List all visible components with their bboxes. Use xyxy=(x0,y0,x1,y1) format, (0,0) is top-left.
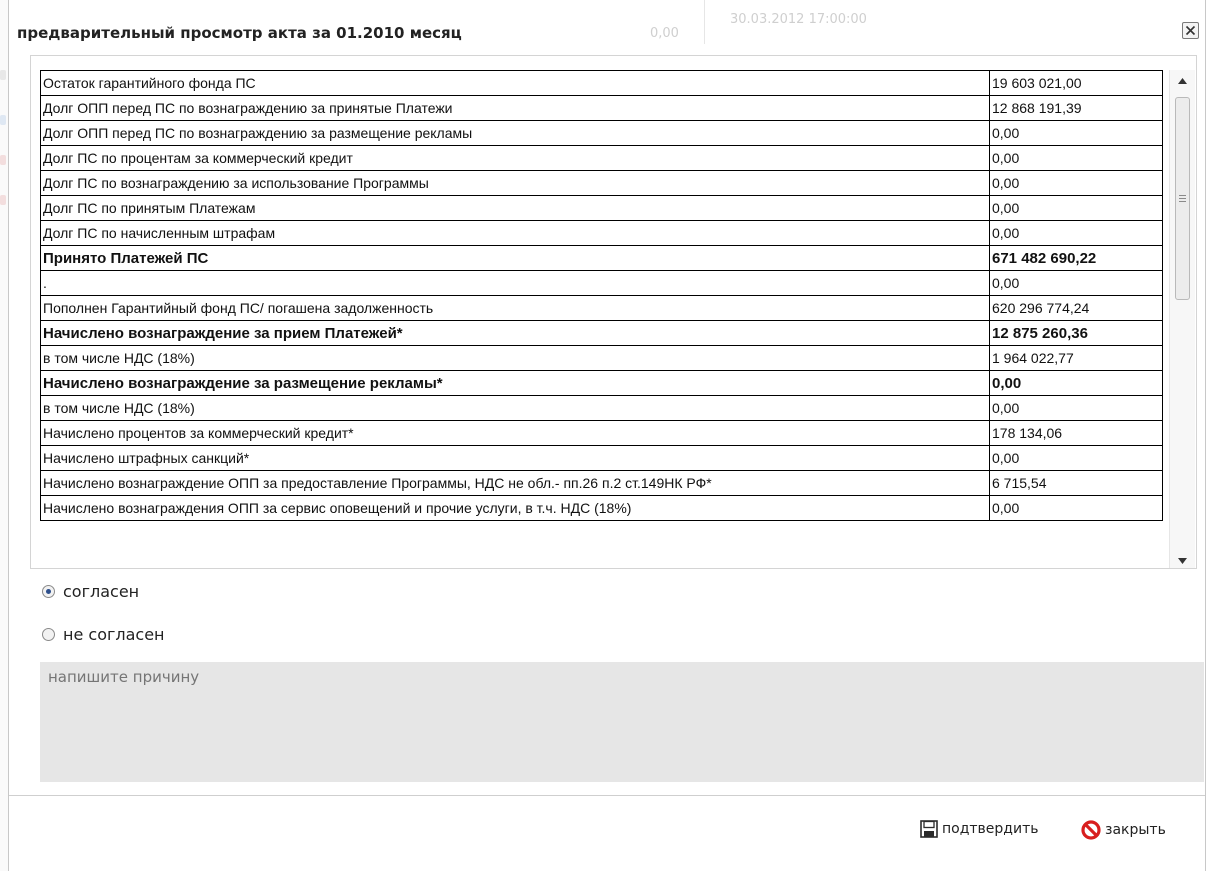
table-row: в том числе НДС (18%) 0,00 xyxy=(40,395,1163,421)
table-row: Начислено вознаграждение за размещение р… xyxy=(40,370,1163,396)
row-value: 0,00 xyxy=(989,220,1163,246)
table-row: Остаток гарантийного фонда ПС 19 603 021,… xyxy=(40,70,1163,96)
row-value: 0,00 xyxy=(989,395,1163,421)
row-value: 620 296 774,24 xyxy=(989,295,1163,321)
row-value: 0,00 xyxy=(989,170,1163,196)
agree-option[interactable]: согласен xyxy=(42,582,139,601)
row-label: Начислено штрафных санкций* xyxy=(40,445,990,471)
disagree-option[interactable]: не согласен xyxy=(42,625,165,644)
row-label: в том числе НДС (18%) xyxy=(40,345,990,371)
table-row: Принято Платежей ПС 671 482 690,22 xyxy=(40,245,1163,271)
table-row: в том числе НДС (18%) 1 964 022,77 xyxy=(40,345,1163,371)
table-row: Долг ПС по вознаграждению за использован… xyxy=(40,170,1163,196)
row-value: 12 875 260,36 xyxy=(989,320,1163,346)
close-button[interactable]: закрыть xyxy=(1081,820,1166,840)
confirm-button[interactable]: подтвердить xyxy=(920,820,1039,838)
row-value: 0,00 xyxy=(989,370,1163,396)
table-row: Долг ОПП перед ПС по вознаграждению за п… xyxy=(40,95,1163,121)
arrow-down-icon[interactable] xyxy=(1170,552,1195,568)
row-value: 0,00 xyxy=(989,270,1163,296)
act-table: Остаток гарантийного фонда ПС 19 603 021,… xyxy=(40,70,1163,521)
row-value: 0,00 xyxy=(989,145,1163,171)
reason-textarea[interactable] xyxy=(40,662,1204,782)
close-icon[interactable] xyxy=(1182,22,1199,39)
disagree-label: не согласен xyxy=(63,625,165,644)
disagree-radio[interactable] xyxy=(42,628,55,641)
row-label: Долг ПС по процентам за коммерческий кре… xyxy=(40,145,990,171)
row-label: Остаток гарантийного фонда ПС xyxy=(40,70,990,96)
table-row: Начислено процентов за коммерческий кред… xyxy=(40,420,1163,446)
row-label: Начислено вознаграждение за размещение р… xyxy=(40,370,990,396)
table-row: Начислено вознаграждение ОПП за предоста… xyxy=(40,470,1163,496)
dialog-footer: подтвердить закрыть xyxy=(9,795,1205,872)
row-value: 178 134,06 xyxy=(989,420,1163,446)
agree-radio[interactable] xyxy=(42,585,55,598)
table-row: Начислено вознаграждение за прием Платеж… xyxy=(40,320,1163,346)
floppy-disk-icon xyxy=(920,820,938,838)
row-value: 6 715,54 xyxy=(989,470,1163,496)
row-label: Пополнен Гарантийный фонд ПС/ погашена з… xyxy=(40,295,990,321)
scrollbar-thumb[interactable] xyxy=(1175,97,1190,300)
row-label: Долг ОПП перед ПС по вознаграждению за п… xyxy=(40,95,990,121)
row-label: Начислено вознаграждение ОПП за предоста… xyxy=(40,470,990,496)
confirm-label: подтвердить xyxy=(942,821,1039,837)
row-label: Принято Платежей ПС xyxy=(40,245,990,271)
row-label: Начислено вознаграждение за прием Платеж… xyxy=(40,320,990,346)
table-row: Начислено вознаграждения ОПП за сервис о… xyxy=(40,495,1163,521)
row-label: . xyxy=(40,270,990,296)
act-preview-dialog: предварительный просмотр акта за 01.2010… xyxy=(8,0,1206,872)
dialog-title: предварительный просмотр акта за 01.2010… xyxy=(17,24,462,42)
row-value: 0,00 xyxy=(989,120,1163,146)
table-row: Начислено штрафных санкций* 0,00 xyxy=(40,445,1163,471)
agree-label: согласен xyxy=(63,582,140,601)
row-label: Начислено вознаграждения ОПП за сервис о… xyxy=(40,495,990,521)
row-label: Начислено процентов за коммерческий кред… xyxy=(40,420,990,446)
row-value: 0,00 xyxy=(989,195,1163,221)
no-entry-icon xyxy=(1081,820,1101,840)
row-value: 0,00 xyxy=(989,495,1163,521)
row-value: 1 964 022,77 xyxy=(989,345,1163,371)
arrow-up-icon[interactable] xyxy=(1170,72,1195,90)
act-table-panel[interactable]: Остаток гарантийного фонда ПС 19 603 021,… xyxy=(30,55,1197,569)
close-label: закрыть xyxy=(1105,822,1166,838)
table-row: . 0,00 xyxy=(40,270,1163,296)
vertical-scrollbar[interactable] xyxy=(1169,70,1195,568)
table-row: Долг ПС по принятым Платежам 0,00 xyxy=(40,195,1163,221)
row-label: Долг ПС по начисленным штрафам xyxy=(40,220,990,246)
row-label: Долг ПС по вознаграждению за использован… xyxy=(40,170,990,196)
row-value: 0,00 xyxy=(989,445,1163,471)
row-label: в том числе НДС (18%) xyxy=(40,395,990,421)
table-row: Пополнен Гарантийный фонд ПС/ погашена з… xyxy=(40,295,1163,321)
row-label: Долг ОПП перед ПС по вознаграждению за р… xyxy=(40,120,990,146)
row-value: 671 482 690,22 xyxy=(989,245,1163,271)
row-value: 12 868 191,39 xyxy=(989,95,1163,121)
table-row: Долг ОПП перед ПС по вознаграждению за р… xyxy=(40,120,1163,146)
table-row: Долг ПС по начисленным штрафам 0,00 xyxy=(40,220,1163,246)
dialog-titlebar[interactable]: предварительный просмотр акта за 01.2010… xyxy=(9,0,1205,44)
row-label: Долг ПС по принятым Платежам xyxy=(40,195,990,221)
row-value: 19 603 021,00 xyxy=(989,70,1163,96)
table-row: Долг ПС по процентам за коммерческий кре… xyxy=(40,145,1163,171)
